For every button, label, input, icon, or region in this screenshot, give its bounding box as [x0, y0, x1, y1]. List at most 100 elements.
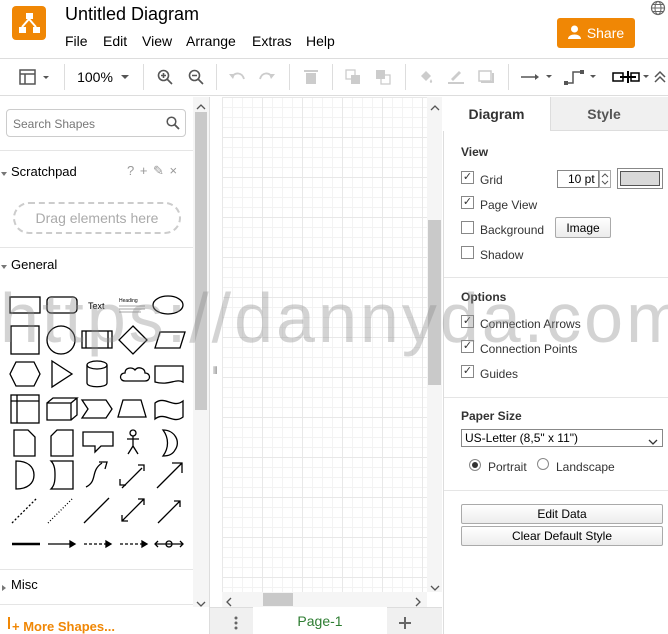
scratchpad-drop-area[interactable]: Drag elements here [13, 202, 181, 234]
canvas-vertical-scrollbar-thumb[interactable] [428, 220, 441, 385]
edit-data-button[interactable]: Edit Data [461, 504, 663, 524]
note-shape[interactable] [13, 429, 36, 457]
tab-overflow[interactable] [657, 97, 668, 131]
menu-arrange[interactable]: Arrange [186, 33, 236, 49]
arrow-shape[interactable] [156, 462, 183, 489]
hexagon-shape[interactable] [9, 361, 41, 387]
rounded-rectangle-shape[interactable] [46, 296, 78, 314]
page-view-checkbox[interactable]: ✓ [461, 196, 474, 209]
text-shape[interactable]: Text [88, 301, 105, 311]
scratchpad-tools[interactable]: ? + ✎ × [127, 163, 178, 179]
redo-icon[interactable] [257, 66, 277, 88]
parallelogram-shape[interactable] [154, 331, 186, 349]
diagram-title[interactable]: Untitled Diagram [65, 4, 199, 25]
grid-label: Grid [480, 173, 503, 187]
options-section-title: Options [461, 290, 507, 304]
page-tab[interactable]: Page-1 [253, 607, 387, 634]
share-button[interactable]: Share [557, 18, 635, 48]
globe-icon[interactable] [650, 0, 666, 16]
paper-size-select[interactable]: US-Letter (8,5" x 11") [461, 429, 663, 447]
tab-style[interactable]: Style [550, 97, 657, 131]
connection-style-icon[interactable] [519, 66, 555, 88]
heading-shape[interactable]: Heading [119, 298, 138, 304]
dotted-line-shape[interactable] [47, 497, 74, 524]
clear-default-style-button[interactable]: Clear Default Style [461, 526, 663, 546]
callout-shape[interactable] [82, 431, 114, 454]
scroll-down-icon[interactable] [196, 596, 206, 611]
circle-shape[interactable] [46, 325, 76, 355]
pages-menu-icon[interactable] [233, 616, 239, 633]
add-page-icon[interactable] [398, 616, 412, 633]
menu-edit[interactable]: Edit [103, 33, 127, 49]
collapse-icon[interactable] [653, 66, 667, 88]
menu-help[interactable]: Help [306, 33, 335, 49]
delete-icon[interactable] [301, 66, 321, 88]
scroll-up-icon[interactable] [430, 100, 440, 115]
zoom-in-icon[interactable] [155, 66, 175, 88]
rectangle-shape[interactable] [9, 296, 41, 314]
undo-icon[interactable] [227, 66, 247, 88]
to-front-icon[interactable] [343, 66, 363, 88]
misc-title[interactable]: Misc [11, 577, 38, 592]
bidirectional-connector-shape[interactable] [121, 498, 145, 522]
connection-arrows-label: Connection Arrows [480, 317, 581, 331]
background-checkbox[interactable] [461, 221, 474, 234]
curve-shape[interactable] [85, 462, 103, 488]
shapes-scrollbar-thumb[interactable] [195, 112, 207, 410]
grid-color-button[interactable] [617, 168, 663, 189]
ellipse-shape[interactable] [152, 295, 184, 315]
connection-points-checkbox[interactable]: ✓ [461, 340, 474, 353]
format-panel-toggle-icon[interactable] [17, 66, 53, 88]
cloud-shape[interactable] [119, 367, 151, 382]
scratchpad-title[interactable]: Scratchpad [11, 164, 77, 179]
zoom-dropdown[interactable]: 100% [75, 66, 133, 88]
zoom-out-icon[interactable] [186, 66, 206, 88]
grid-size-stepper[interactable] [599, 170, 611, 188]
line-shape[interactable] [83, 497, 110, 524]
scroll-down-icon[interactable] [430, 580, 440, 595]
menu-extras[interactable]: Extras [252, 33, 292, 49]
trapezoid-shape[interactable] [117, 399, 147, 418]
grid-checkbox[interactable]: ✓ [461, 171, 474, 184]
portrait-radio[interactable] [469, 459, 481, 471]
waypoints-icon[interactable] [563, 66, 599, 88]
delay-shape[interactable] [15, 460, 35, 490]
canvas-horizontal-scrollbar[interactable] [222, 592, 427, 607]
step-shape[interactable] [80, 399, 113, 419]
square-shape[interactable] [10, 325, 40, 355]
tab-diagram[interactable]: Diagram [443, 97, 550, 131]
shadow-icon[interactable] [476, 66, 496, 88]
or-shape[interactable] [161, 429, 178, 457]
to-back-icon[interactable] [373, 66, 393, 88]
grid-size-input[interactable]: 10 pt [557, 170, 599, 188]
line-color-icon[interactable] [446, 66, 466, 88]
fill-color-icon[interactable] [416, 66, 436, 88]
connection-arrows-checkbox[interactable]: ✓ [461, 315, 474, 328]
tape-shape[interactable] [154, 399, 184, 421]
menu-view[interactable]: View [142, 33, 172, 49]
menu-file[interactable]: File [65, 33, 88, 49]
shadow-checkbox[interactable] [461, 246, 474, 259]
internal-storage-shape[interactable] [10, 394, 40, 424]
more-shapes-link[interactable]: + More Shapes... [12, 619, 115, 634]
guides-checkbox[interactable]: ✓ [461, 365, 474, 378]
image-button[interactable]: Image [555, 217, 611, 238]
panel-resize-handle[interactable]: ⦀ [213, 366, 217, 377]
search-icon[interactable] [166, 116, 180, 133]
share-label: Share [586, 25, 625, 41]
cube-shape[interactable] [46, 397, 79, 421]
dashed-line-shape[interactable] [11, 497, 38, 524]
general-title[interactable]: General [11, 257, 57, 272]
document-shape[interactable] [154, 365, 184, 384]
landscape-radio[interactable] [537, 458, 549, 470]
actor-shape[interactable] [127, 436, 139, 455]
diagram-canvas[interactable] [222, 97, 427, 592]
directional-connector-shape[interactable] [157, 500, 181, 524]
triangle-shape[interactable] [51, 359, 74, 389]
canvas-horizontal-scrollbar-thumb[interactable] [263, 593, 293, 606]
diamond-shape[interactable] [118, 325, 148, 355]
divider [8, 617, 10, 629]
stored-data-shape[interactable] [49, 460, 74, 490]
insert-table-icon[interactable] [612, 66, 652, 88]
card-shape[interactable] [50, 429, 74, 457]
